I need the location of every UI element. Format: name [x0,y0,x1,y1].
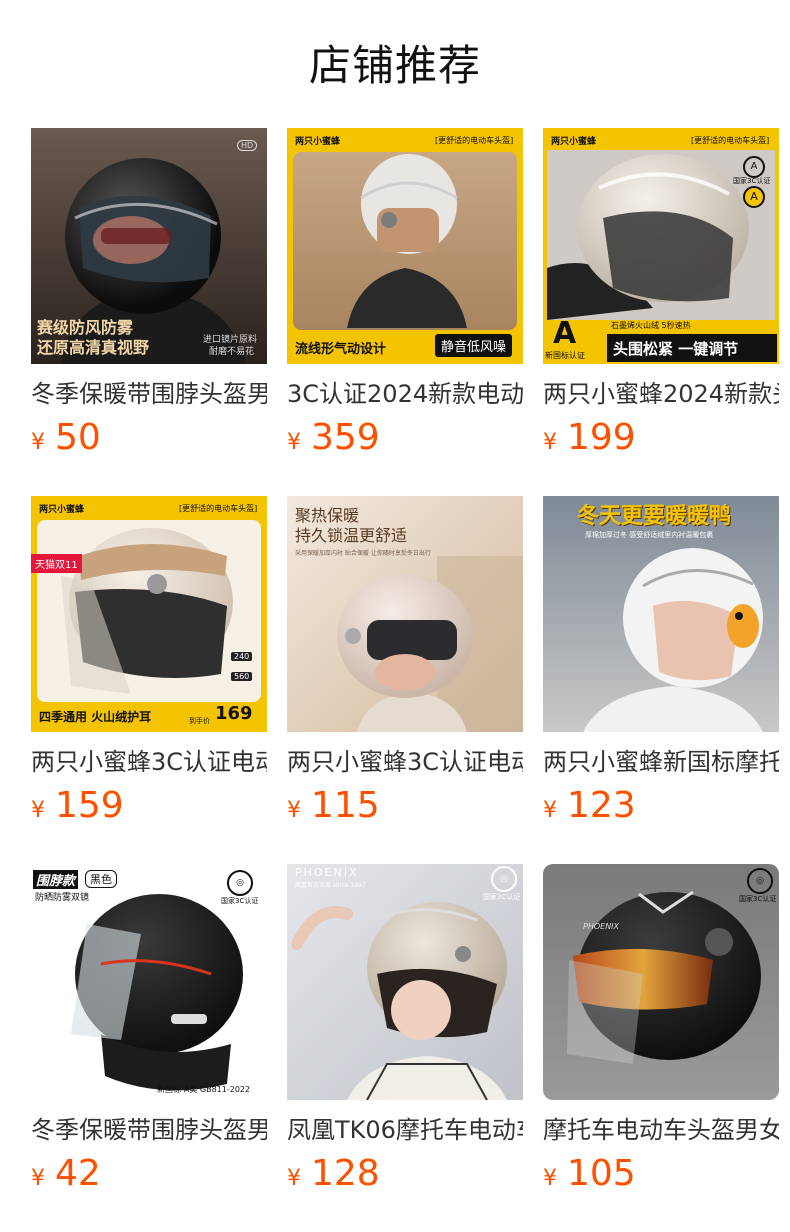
price-value: 105 [567,1153,636,1194]
brand-label: 两只小蜜蜂 [295,137,341,147]
product-name[interactable]: 冬季保暖带围脖头盔男女 [31,378,267,410]
price-value: 123 [567,785,636,826]
currency-symbol: ¥ [31,1166,45,1191]
overlay-headline: 还原高清真视野 [37,338,150,357]
slogan-label: [更舒适的电动车头盔] [691,136,770,145]
product-name[interactable]: 冬季保暖带围脖头盔男女 [31,1114,267,1146]
product-price: ¥359 [287,418,523,458]
size-tag: 560 [231,672,253,681]
grade-label: 新国标认证 [545,351,585,360]
product-image[interactable]: 赛级防风防雾 还原高清真视野 进口镜片原料 耐磨不易花 HD [31,128,267,364]
product-image[interactable]: 两只小蜜蜂 [更舒适的电动车头盔] A 国家3C认证 A A 新国标认证 石墨烯… [543,128,779,364]
product-name[interactable]: 摩托车电动车头盔男女 [543,1114,779,1146]
ccc-cert-icon: A [743,156,765,178]
promo-price: 169 [215,703,253,724]
product-image[interactable]: PHOENIX 凤凰官方正品 since 1897 ◎ 国家3C认证 [287,864,523,1100]
price-value: 50 [55,417,101,458]
product-grid: 赛级防风防雾 还原高清真视野 进口镜片原料 耐磨不易花 HD 冬季保暖带围脖头盔… [0,0,790,1232]
product-price: ¥123 [543,786,779,826]
product-price: ¥105 [543,1154,779,1194]
overlay-headline: 冬天更要暖暖鸭 [577,504,732,529]
product-card[interactable]: 赛级防风防雾 还原高清真视野 进口镜片原料 耐磨不易花 HD 冬季保暖带围脖头盔… [31,128,267,458]
overlay-feature: 四季通用 火山绒护耳 [39,710,152,724]
currency-symbol: ¥ [543,430,557,455]
price-value: 159 [55,785,124,826]
product-image[interactable]: 冬天更要暖暖鸭 厚棉加厚过冬 感受舒适绒里内衬温暖包裹 [543,496,779,732]
color-tag: 黑色 [85,870,117,888]
currency-symbol: ¥ [31,798,45,823]
overlay-feature: 静音低风噪 [435,334,513,357]
product-card[interactable]: PHOENIX 凤凰官方正品 since 1897 ◎ 国家3C认证 凤凰TK0… [287,864,523,1194]
product-price: ¥50 [31,418,267,458]
size-tag: 240 [231,652,253,661]
product-name[interactable]: 两只小蜜蜂新国标摩托车头盔 [543,746,779,778]
product-name[interactable]: 3C认证2024新款电动车头盔 [287,378,523,410]
product-card[interactable]: 围脖款 黑色 防晒防雾双镜 ◎ 国家3C认证 新国标-A类 GB811-2022… [31,864,267,1194]
currency-symbol: ¥ [287,1166,301,1191]
product-price: ¥42 [31,1154,267,1194]
product-price: ¥159 [31,786,267,826]
brand-logo: PHOENIX [295,866,359,879]
price-value: 115 [311,785,380,826]
currency-symbol: ¥ [543,1166,557,1191]
price-value: 359 [311,417,380,458]
ccc-cert-icon: ◎ [747,868,773,894]
variant-tag: 围脖款 [33,870,79,889]
currency-symbol: ¥ [31,430,45,455]
product-name[interactable]: 两只小蜜蜂2024新款头盔 [543,378,779,410]
overlay-headline: 持久锁温更舒适 [295,526,408,545]
cert-label: 国家3C认证 [739,895,777,903]
product-image[interactable]: 两只小蜜蜂 [更舒适的电动车头盔] 流线形气动设计 静音低风噪 [287,128,523,364]
slogan-label: [更舒适的电动车头盔] [435,136,514,145]
overlay-main: 头围松紧 一键调节 [613,340,739,358]
brand-logo: PHOENIX [583,922,620,931]
product-name[interactable]: 两只小蜜蜂3C认证电动车头盔 [287,746,523,778]
product-card[interactable]: 两只小蜜蜂 [更舒适的电动车头盔] 天猫双11 240 560 四季通用 火山绒… [31,496,267,826]
currency-symbol: ¥ [287,430,301,455]
overlay-feature: 流线形气动设计 [295,342,387,357]
grade-mark: A [553,316,577,351]
product-image[interactable]: 围脖款 黑色 防晒防雾双镜 ◎ 国家3C认证 新国标-A类 GB811-2022 [31,864,267,1100]
product-price: ¥128 [287,1154,523,1194]
product-image[interactable]: 两只小蜜蜂 [更舒适的电动车头盔] 天猫双11 240 560 四季通用 火山绒… [31,496,267,732]
promo-label: 到手价 [189,717,210,725]
grade-badge: A [743,186,765,208]
price-value: 128 [311,1153,380,1194]
product-image[interactable]: 聚热保暖 持久锁温更舒适 采用保暖加厚内衬 贴合保暖 让你随时享受冬日出行 [287,496,523,732]
product-price: ¥199 [543,418,779,458]
cert-label: 国家3C认证 [733,177,771,185]
overlay-note: 耐磨不易花 [209,347,255,357]
product-card[interactable]: ◎ 国家3C认证 PHOENIX 摩托车电动车头盔男女 ¥105 [543,864,779,1194]
overlay-note: 厚棉加厚过冬 感受舒适绒里内衬温暖包裹 [585,531,714,539]
overlay-note: 采用保暖加厚内衬 贴合保暖 让你随时享受冬日出行 [295,550,431,557]
product-card[interactable]: 两只小蜜蜂 [更舒适的电动车头盔] A 国家3C认证 A A 新国标认证 石墨烯… [543,128,779,458]
overlay-sub: 防晒防雾双镜 [35,893,90,903]
cert-label: 国家3C认证 [221,897,259,905]
product-price: ¥115 [287,786,523,826]
overlay-sub: 石墨烯火山绒 5秒速热 [611,321,691,330]
brand-sub: 凤凰官方正品 since 1897 [295,882,366,889]
brand-label: 两只小蜜蜂 [551,137,597,147]
product-card[interactable]: 冬天更要暖暖鸭 厚棉加厚过冬 感受舒适绒里内衬温暖包裹 两只小蜜蜂新国标摩托车头… [543,496,779,826]
currency-symbol: ¥ [287,798,301,823]
product-name[interactable]: 两只小蜜蜂3C认证电动车头盔 [31,746,267,778]
price-value: 199 [567,417,636,458]
product-name[interactable]: 凤凰TK06摩托车电动车头盔 [287,1114,523,1146]
product-image[interactable]: ◎ 国家3C认证 PHOENIX [543,864,779,1100]
ccc-cert-icon: ◎ [491,866,517,892]
slogan-label: [更舒适的电动车头盔] [179,504,258,513]
standard-label: 新国标-A类 GB811-2022 [157,1085,251,1094]
brand-label: 两只小蜜蜂 [39,505,85,515]
promo-ribbon: 天猫双11 [31,554,82,573]
product-card[interactable]: 两只小蜜蜂 [更舒适的电动车头盔] 流线形气动设计 静音低风噪 3C认证2024… [287,128,523,458]
cert-label: 国家3C认证 [483,893,521,901]
product-card[interactable]: 聚热保暖 持久锁温更舒适 采用保暖加厚内衬 贴合保暖 让你随时享受冬日出行 两只… [287,496,523,826]
ccc-cert-icon: ◎ [227,870,253,896]
price-value: 42 [55,1153,101,1194]
currency-symbol: ¥ [543,798,557,823]
hd-badge: HD [237,140,258,151]
